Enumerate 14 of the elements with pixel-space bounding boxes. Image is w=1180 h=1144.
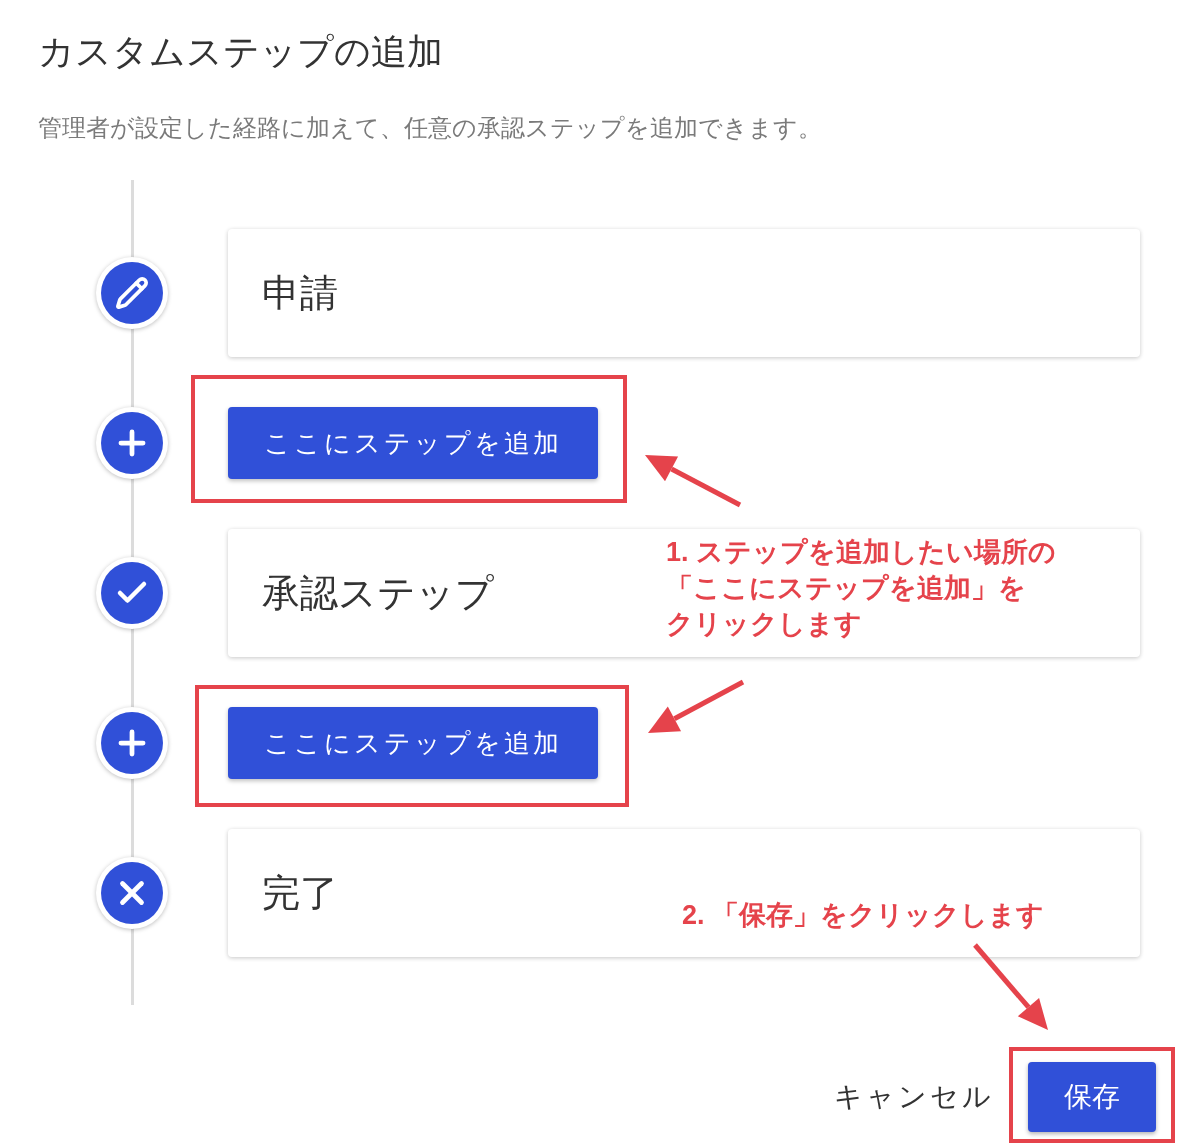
annotation-text: 「ここにステップを追加」を <box>666 572 1026 605</box>
dialog-title: カスタムステップの追加 <box>37 30 444 74</box>
annotation-text: 1. ステップを追加したい場所の <box>666 536 1057 569</box>
annotation-text: クリックします <box>666 608 862 641</box>
pencil-icon <box>115 276 149 310</box>
dialog-description: 管理者が設定した経路に加えて、任意の承認ステップを追加できます。 <box>38 113 823 143</box>
step-label: 承認ステップ <box>262 570 494 616</box>
step-label: 完了 <box>262 870 338 916</box>
annotation-text: 2. 「保存」をクリックします <box>682 899 1045 932</box>
add-step-button[interactable]: ここにステップを追加 <box>228 407 598 479</box>
step-label: 申請 <box>262 270 338 316</box>
add-step-button[interactable]: ここにステップを追加 <box>228 707 598 779</box>
save-button[interactable]: 保存 <box>1028 1062 1156 1132</box>
cancel-button[interactable]: キャンセル <box>834 1078 994 1116</box>
